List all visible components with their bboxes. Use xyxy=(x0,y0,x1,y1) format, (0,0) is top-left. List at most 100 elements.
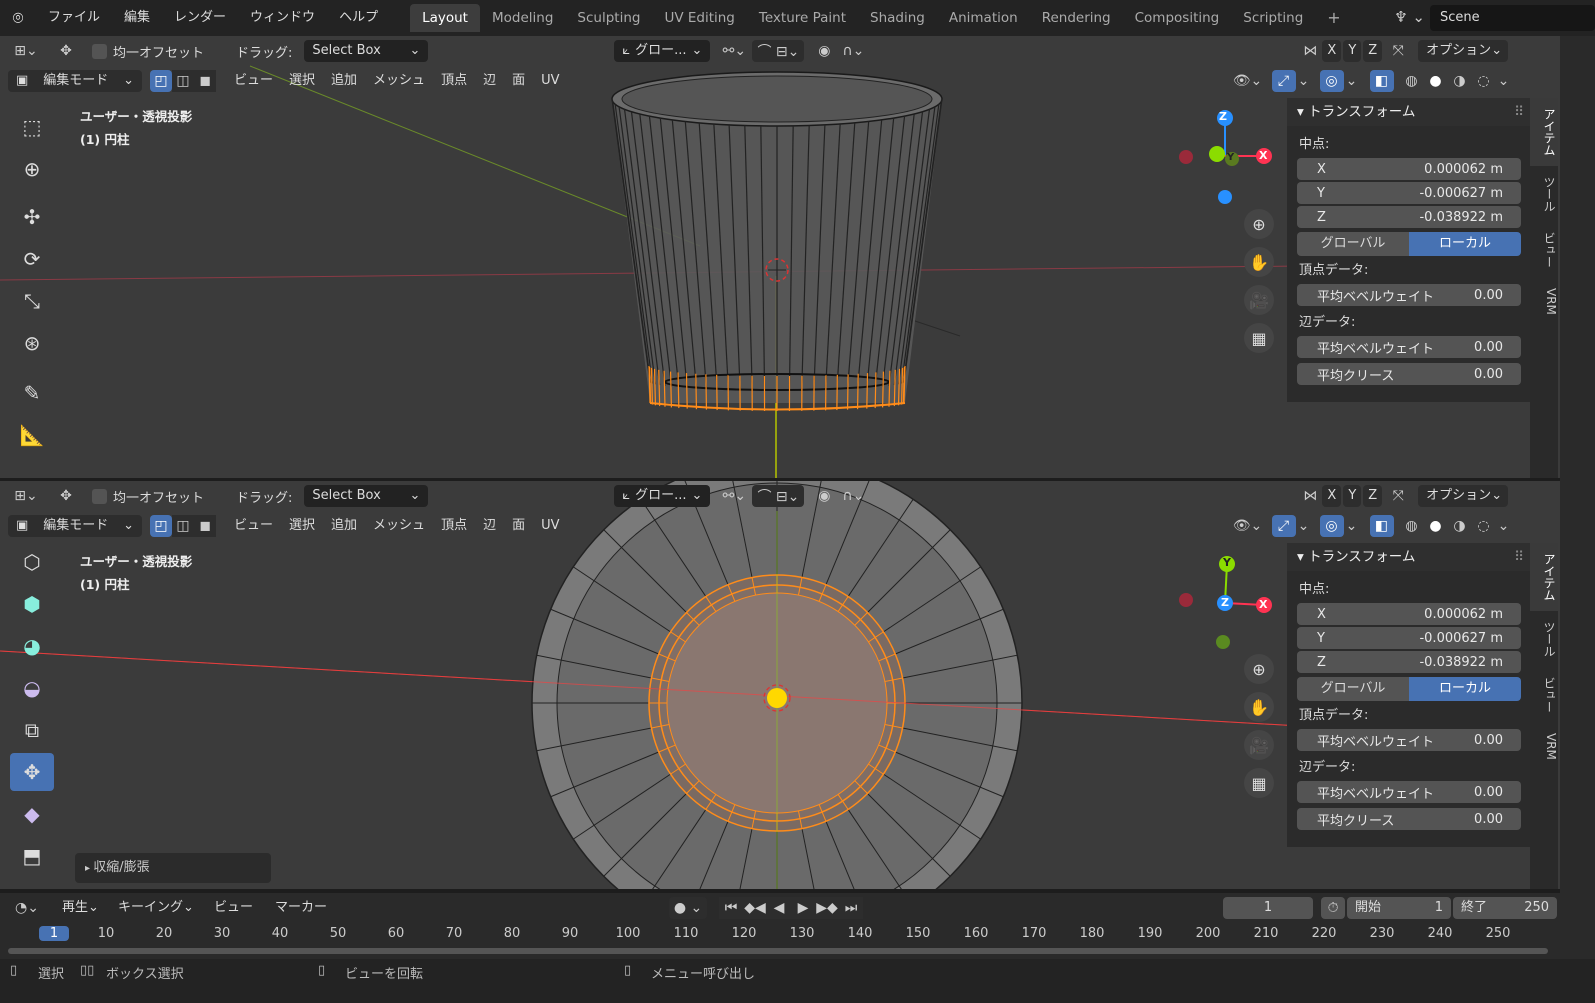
drag-select[interactable]: Select Box ⌄ xyxy=(304,40,429,62)
perspective-grid-icon[interactable]: ▦ xyxy=(1244,323,1274,353)
extrude-region-tool[interactable]: ⬡ xyxy=(10,543,54,581)
tab-modeling[interactable]: Modeling xyxy=(480,4,565,32)
vertex-bevel-weight-field[interactable]: 平均ベベルウェイト 0.00 xyxy=(1297,729,1521,751)
editor-type-icon[interactable]: ⊞⌄ xyxy=(6,485,46,507)
mode-select[interactable]: ▣ 編集モード ⌄ xyxy=(8,70,142,92)
options-menu[interactable]: オプション ⌄ xyxy=(1418,40,1509,62)
auto-merge-icon[interactable]: ⤧ xyxy=(1386,40,1410,62)
tab-vrm[interactable]: VRM xyxy=(1530,278,1558,325)
end-frame-field[interactable]: 終了 250 xyxy=(1453,897,1558,919)
rendered-shading-icon[interactable]: ◌ xyxy=(1472,515,1496,537)
material-shading-icon[interactable]: ◑ xyxy=(1448,70,1472,92)
menu-help[interactable]: ヘルプ xyxy=(327,0,390,36)
menu-face[interactable]: 面 xyxy=(504,515,533,537)
menu-mesh[interactable]: メッシュ xyxy=(365,70,433,92)
tab-layout[interactable]: Layout xyxy=(410,4,480,32)
menu-edge[interactable]: 辺 xyxy=(475,70,504,92)
tab-tool[interactable]: ツール xyxy=(1530,166,1558,222)
xray-toggle-icon[interactable]: ◧ xyxy=(1369,70,1394,92)
menu-select[interactable]: 選択 xyxy=(281,515,323,537)
snap-icon[interactable]: ⌒ ⊟⌄ xyxy=(752,40,805,62)
pan-hand-icon[interactable]: ✋ xyxy=(1244,247,1274,277)
vertex-select-icon[interactable]: ◰ xyxy=(150,515,172,537)
material-shading-icon[interactable]: ◑ xyxy=(1448,515,1472,537)
crease-field[interactable]: 平均クリース 0.00 xyxy=(1297,808,1521,830)
chevron-down-icon[interactable]: ⌄ xyxy=(1344,515,1360,537)
local-button[interactable]: ローカル xyxy=(1409,232,1521,256)
bevel-tool[interactable]: ◕ xyxy=(10,627,54,665)
menu-face[interactable]: 面 xyxy=(504,70,533,92)
mirror-icon[interactable]: ⋈ xyxy=(1298,40,1322,62)
mirror-y-button[interactable]: Y xyxy=(1343,40,1362,62)
jump-start-icon[interactable]: ⏮ xyxy=(719,897,744,919)
menu-mesh[interactable]: メッシュ xyxy=(365,515,433,537)
chevron-down-icon[interactable]: ⌄ xyxy=(1344,70,1360,92)
measure-tool[interactable]: 📐 xyxy=(10,416,54,454)
inset-faces-tool[interactable]: ⬢ xyxy=(10,585,54,623)
scale-tool[interactable]: ⤡ xyxy=(10,282,54,320)
median-z-field[interactable]: Z -0.038922 m xyxy=(1297,651,1521,673)
menu-vertex[interactable]: 頂点 xyxy=(433,70,475,92)
mirror-x-button[interactable]: X xyxy=(1322,40,1342,62)
record-icon[interactable]: ● ⌄ xyxy=(669,897,708,919)
jump-end-icon[interactable]: ⏭ xyxy=(839,897,864,919)
menu-uv[interactable]: UV xyxy=(533,70,567,92)
tab-rendering[interactable]: Rendering xyxy=(1030,4,1123,32)
prev-keyframe-icon[interactable]: ◆◀ xyxy=(743,897,768,919)
orientation-select[interactable]: ⟀ グロー... ⌄ xyxy=(614,40,711,62)
tab-tool[interactable]: ツール xyxy=(1530,611,1558,667)
falloff-icon[interactable]: ∩⌄ xyxy=(836,40,870,62)
operator-panel[interactable]: ▸ 収縮/膨張 xyxy=(75,853,271,883)
next-keyframe-icon[interactable]: ▶◆ xyxy=(815,897,840,919)
tab-animation[interactable]: Animation xyxy=(937,4,1030,32)
play-reverse-icon[interactable]: ◀ xyxy=(767,897,792,919)
solid-shading-icon[interactable]: ● xyxy=(1424,70,1448,92)
edge-select-icon[interactable]: ◫ xyxy=(172,70,194,92)
proportional-edit-icon[interactable]: ◉ xyxy=(812,485,836,507)
menu-add[interactable]: 追加 xyxy=(323,515,365,537)
snap-icon[interactable]: ⌒ ⊟⌄ xyxy=(752,485,805,507)
menu-file[interactable]: ファイル xyxy=(36,0,112,36)
visibility-icon[interactable]: 👁⌄ xyxy=(1230,70,1266,92)
median-z-field[interactable]: Z -0.038922 m xyxy=(1297,206,1521,228)
pan-hand-icon[interactable]: ✋ xyxy=(1244,692,1274,722)
chevron-down-icon[interactable]: ⌄ xyxy=(1296,515,1312,537)
falloff-icon[interactable]: ∩⌄ xyxy=(836,485,870,507)
shear-tool[interactable]: ◆ xyxy=(10,795,54,833)
scene-icon[interactable]: ♆ ⌄ xyxy=(1394,8,1425,26)
keying-menu[interactable]: キーイング ⌄ xyxy=(110,897,200,919)
zoom-icon[interactable]: ⊕ xyxy=(1244,209,1274,239)
proportional-edit-icon[interactable]: ◉ xyxy=(812,40,836,62)
tab-compositing[interactable]: Compositing xyxy=(1123,4,1232,32)
local-button[interactable]: ローカル xyxy=(1409,677,1521,701)
timeline-scrollbar[interactable] xyxy=(8,948,1548,954)
camera-icon[interactable]: 🎥 xyxy=(1244,730,1274,760)
visibility-icon[interactable]: 👁⌄ xyxy=(1230,515,1266,537)
blender-logo-icon[interactable]: ⌾ xyxy=(0,8,36,29)
editor-type-icon[interactable]: ⊞⌄ xyxy=(6,40,46,62)
crease-field[interactable]: 平均クリース 0.00 xyxy=(1297,363,1521,385)
tab-item[interactable]: アイテム xyxy=(1530,98,1558,166)
menu-select[interactable]: 選択 xyxy=(281,70,323,92)
xray-toggle-icon[interactable]: ◧ xyxy=(1369,515,1394,537)
tab-sculpting[interactable]: Sculpting xyxy=(565,4,652,32)
vertex-bevel-weight-field[interactable]: 平均ベベルウェイト 0.00 xyxy=(1297,284,1521,306)
even-offset-checkbox[interactable] xyxy=(92,488,107,504)
tab-view[interactable]: ビュー xyxy=(1530,222,1558,278)
vertex-select-icon[interactable]: ◰ xyxy=(150,70,172,92)
viewport-top[interactable]: ⊞⌄ ✥ 均一オフセット ドラッグ: Select Box ⌄ ⟀ グロー... ⌄ … xyxy=(0,36,1560,478)
play-icon[interactable]: ▶ xyxy=(791,897,816,919)
overlay-toggle-icon[interactable]: ◎ xyxy=(1319,70,1344,92)
median-y-field[interactable]: Y -0.000627 m xyxy=(1297,627,1521,649)
tab-uv-editing[interactable]: UV Editing xyxy=(652,4,746,32)
select-tool[interactable]: ⬚ xyxy=(10,108,54,146)
stopwatch-icon[interactable]: ⏱ xyxy=(1321,897,1346,919)
chevron-down-icon[interactable]: ⌄ xyxy=(1496,515,1512,537)
pivot-icon[interactable]: ⚯⌄ xyxy=(716,485,752,507)
solid-shading-icon[interactable]: ● xyxy=(1424,515,1448,537)
cursor-tool[interactable]: ⊕ xyxy=(10,150,54,188)
loop-cut-tool[interactable]: ◒ xyxy=(10,669,54,707)
timeline-view-menu[interactable]: ビュー xyxy=(206,897,261,919)
current-frame-field[interactable]: 1 xyxy=(1223,897,1314,919)
tab-scripting[interactable]: Scripting xyxy=(1231,4,1315,32)
